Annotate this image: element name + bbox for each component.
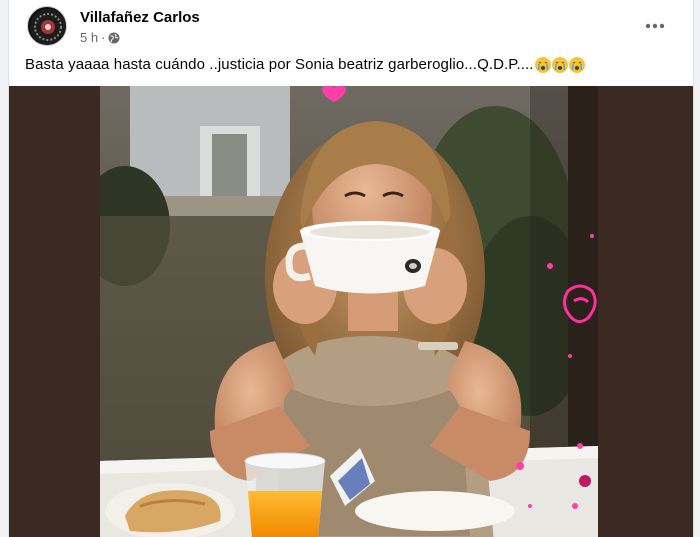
post-header: Villafañez Carlos 5 h · (25, 4, 683, 48)
meta-separator: · (101, 30, 106, 45)
crying-face-icon (568, 56, 585, 73)
post-text-content: Basta yaaaa hasta cuándo ..justicia por … (25, 56, 534, 73)
feed-post: Villafañez Carlos 5 h · Basta yaaaa hast… (8, 0, 694, 537)
photo-illustration (100, 86, 598, 537)
crying-face-icon (551, 56, 568, 73)
author-name[interactable]: Villafañez Carlos (80, 9, 200, 26)
crying-face-icon (534, 56, 551, 73)
author-avatar[interactable] (27, 6, 67, 46)
post-meta: 5 h · (80, 30, 120, 45)
more-options-button[interactable] (641, 12, 669, 40)
globe-icon[interactable] (108, 32, 120, 44)
avatar-image (30, 9, 66, 45)
post-message: Basta yaaaa hasta cuándo ..justicia por … (25, 56, 585, 73)
post-photo-container[interactable] (9, 86, 693, 537)
post-photo[interactable] (100, 86, 598, 537)
more-dots-icon (645, 23, 665, 29)
post-time[interactable]: 5 h (80, 30, 98, 45)
